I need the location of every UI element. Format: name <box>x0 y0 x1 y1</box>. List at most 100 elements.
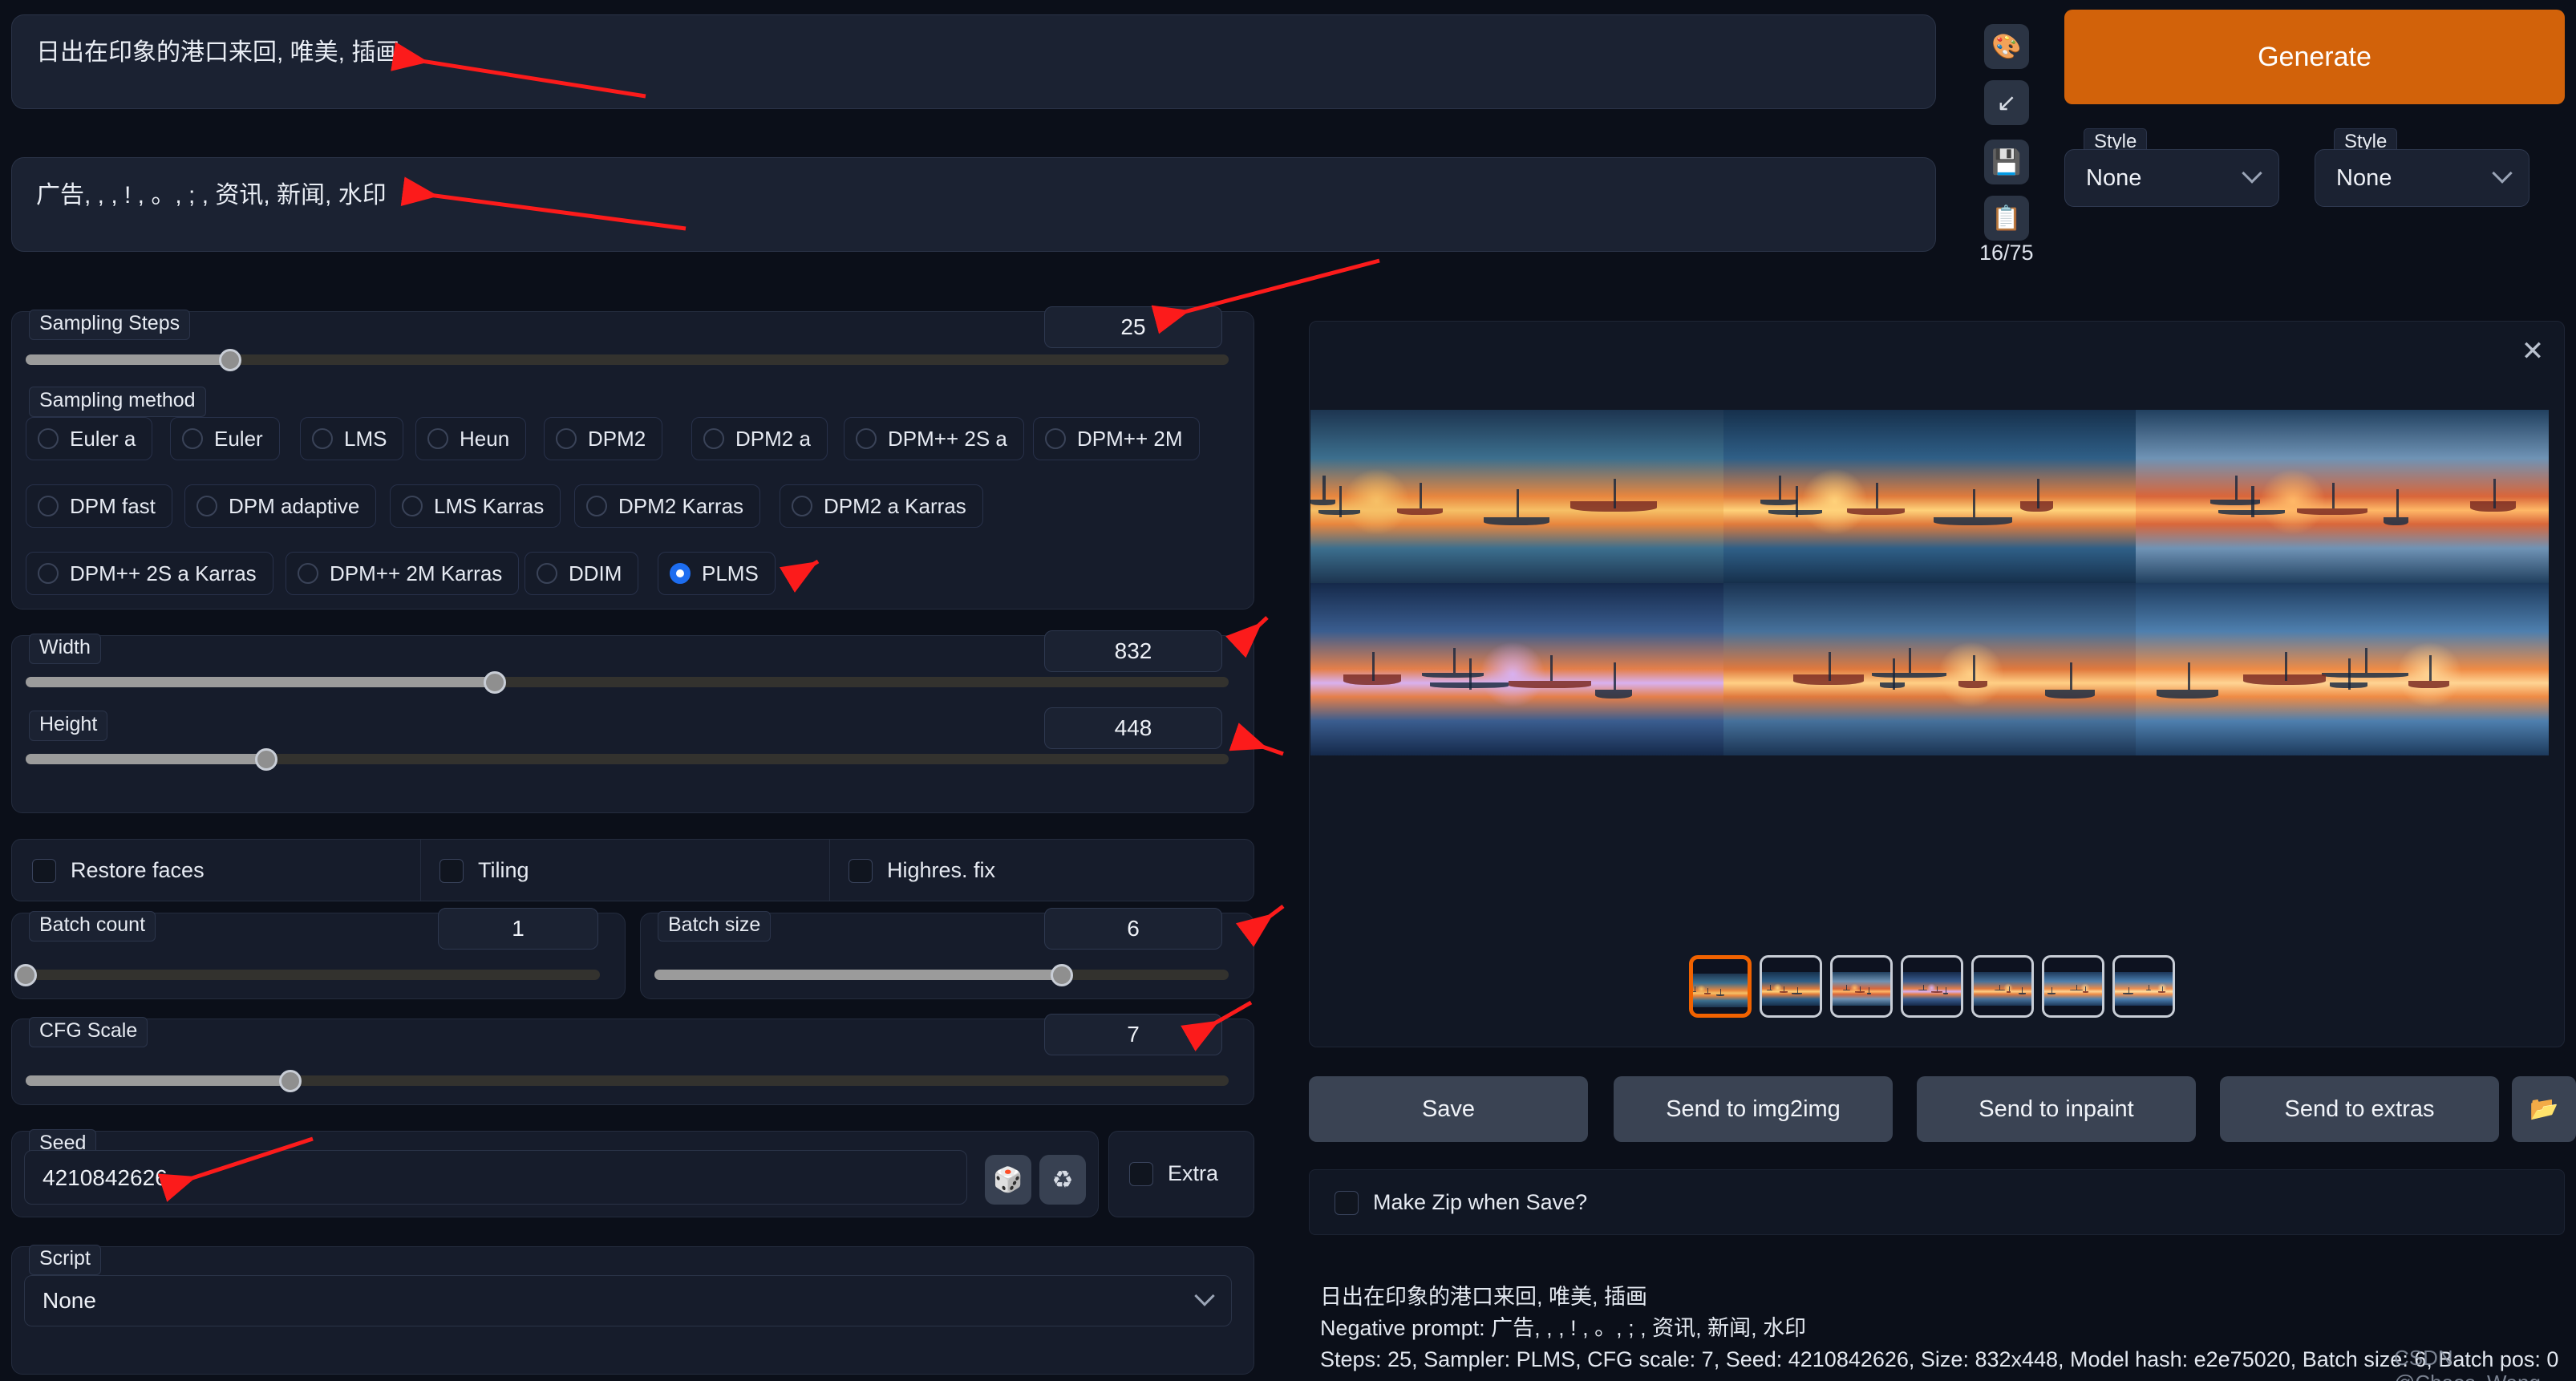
sun-glow <box>1343 468 1410 535</box>
mast-shape <box>1420 482 1423 508</box>
gallery-thumbnail[interactable] <box>2112 955 2175 1018</box>
generate-button[interactable]: Generate <box>2064 10 2565 104</box>
radio-label: DPM2 Karras <box>618 493 744 518</box>
gallery-image-cell[interactable] <box>2136 410 2549 583</box>
radio-dot <box>703 428 724 449</box>
positive-prompt-input[interactable]: 日出在印象的港口来回, 唯美, 插画 <box>11 14 1936 109</box>
radio-dpmpp-2m[interactable]: DPM++ 2M <box>1033 417 1200 460</box>
slider-thumb[interactable] <box>14 964 37 986</box>
send-to-inpaint-button[interactable]: Send to inpaint <box>1917 1076 2196 1142</box>
extra-toggle[interactable]: Extra <box>1129 1161 1218 1186</box>
gallery-thumbnail[interactable] <box>1971 955 2034 1018</box>
radio-heun[interactable]: Heun <box>415 417 527 460</box>
radio-dpm2[interactable]: DPM2 <box>544 417 663 460</box>
mast-shape <box>2331 482 2335 508</box>
chevron-down-icon <box>2242 163 2262 184</box>
send-to-img2img-button[interactable]: Send to img2img <box>1614 1076 1893 1142</box>
save-button[interactable]: Save <box>1309 1076 1588 1142</box>
restore-faces-toggle[interactable]: Restore faces <box>32 858 205 883</box>
sampling-steps-slider[interactable] <box>26 349 1229 371</box>
style-2-select[interactable]: None <box>2315 149 2529 207</box>
boat-shape <box>1760 500 1798 505</box>
batch-count-slider[interactable] <box>14 964 600 986</box>
recycle-icon[interactable]: ♻ <box>1039 1155 1086 1205</box>
radio-euler[interactable]: Euler <box>170 417 280 460</box>
gallery-thumbnail[interactable] <box>2042 955 2104 1018</box>
gallery-image-cell[interactable] <box>2136 582 2549 755</box>
radio-lms-karras[interactable]: LMS Karras <box>390 484 561 528</box>
dice-icon[interactable]: 🎲 <box>985 1155 1031 1205</box>
tiling-toggle[interactable]: Tiling <box>439 858 529 883</box>
sd-webui-root: 日出在印象的港口来回, 唯美, 插画 广告, , , ! , 。, ; , 资讯… <box>0 0 2576 1381</box>
radio-dpmpp-2s-a[interactable]: DPM++ 2S a <box>844 417 1024 460</box>
radio-dpm2-a[interactable]: DPM2 a <box>691 417 828 460</box>
radio-dpmpp-2s-a-karras[interactable]: DPM++ 2S a Karras <box>26 552 273 595</box>
gallery-image-cell[interactable] <box>1723 582 2137 755</box>
width-slider[interactable] <box>26 671 1229 694</box>
gallery-thumbnail[interactable] <box>1689 955 1752 1018</box>
save-style-icon[interactable]: 💾 <box>1984 140 2029 184</box>
clipboard-icon[interactable]: 📋 <box>1984 196 2029 241</box>
boat-shape <box>1934 516 2012 526</box>
seed-input[interactable]: 4210842626 <box>24 1150 967 1205</box>
radio-dpm2-karras[interactable]: DPM2 Karras <box>574 484 761 528</box>
height-slider[interactable] <box>26 748 1229 771</box>
checkbox[interactable] <box>439 858 464 883</box>
make-zip-toggle[interactable]: Make Zip when Save? <box>1335 1190 1587 1215</box>
checkbox[interactable] <box>1335 1190 1359 1215</box>
highres-fix-toggle[interactable]: Highres. fix <box>849 858 995 883</box>
sampling-steps-value[interactable]: 25 <box>1044 306 1222 348</box>
radio-dpm-adaptive[interactable]: DPM adaptive <box>184 484 377 528</box>
mast-shape <box>2251 485 2254 517</box>
checkbox[interactable] <box>1129 1161 1153 1186</box>
boat-shape <box>2408 681 2450 688</box>
gallery-thumbnail[interactable] <box>1901 955 1963 1018</box>
slider-thumb[interactable] <box>484 671 506 694</box>
batch-size-value[interactable]: 6 <box>1044 908 1222 950</box>
radio-label: DPM2 <box>588 426 646 451</box>
radio-dot-selected <box>670 563 691 584</box>
batch-count-value[interactable]: 1 <box>438 908 598 950</box>
open-folder-icon[interactable]: 📂 <box>2512 1076 2576 1142</box>
checkbox[interactable] <box>32 858 56 883</box>
cfg-scale-slider[interactable] <box>26 1070 1229 1092</box>
sun-glow <box>1938 641 2004 708</box>
height-value[interactable]: 448 <box>1044 707 1222 749</box>
chevron-down-icon <box>1194 1286 1215 1306</box>
gallery-thumbnail[interactable] <box>1830 955 1893 1018</box>
style-2-value: None <box>2336 165 2392 191</box>
negative-prompt-input[interactable]: 广告, , , ! , 。, ; , 资讯, 新闻, 水印 <box>11 157 1936 252</box>
slider-thumb[interactable] <box>219 349 241 371</box>
radio-label: DPM++ 2S a <box>888 426 1007 451</box>
style-1-select[interactable]: None <box>2064 149 2279 207</box>
width-value[interactable]: 832 <box>1044 630 1222 672</box>
close-icon[interactable]: ✕ <box>2516 334 2550 368</box>
gallery-thumbnail[interactable] <box>1760 955 1822 1018</box>
radio-dpm2-a-karras[interactable]: DPM2 a Karras <box>780 484 983 528</box>
style-palette-icon[interactable]: 🎨 <box>1984 24 2029 69</box>
radio-dpm-fast[interactable]: DPM fast <box>26 484 172 528</box>
radio-lms[interactable]: LMS <box>300 417 404 460</box>
gallery-image-cell[interactable] <box>1723 410 2137 583</box>
slider-thumb[interactable] <box>255 748 277 771</box>
boat-shape <box>1484 516 1550 526</box>
slider-thumb[interactable] <box>279 1070 302 1092</box>
radio-dpmpp-2m-karras[interactable]: DPM++ 2M Karras <box>286 552 520 595</box>
cfg-scale-value[interactable]: 7 <box>1044 1014 1222 1055</box>
send-to-extras-button[interactable]: Send to extras <box>2220 1076 2499 1142</box>
mast-shape <box>2234 475 2238 500</box>
radio-ddim[interactable]: DDIM <box>525 552 639 595</box>
radio-label: DPM fast <box>70 493 156 518</box>
radio-dot <box>38 496 59 516</box>
arrow-down-left-icon[interactable]: ↙ <box>1984 80 2029 125</box>
batch-size-slider[interactable] <box>654 964 1229 986</box>
gallery-image-cell[interactable] <box>1310 410 1723 583</box>
gallery-image-cell[interactable] <box>1310 582 1723 755</box>
radio-plms[interactable]: PLMS <box>658 552 776 595</box>
radio-label: DPM++ 2M Karras <box>330 561 503 585</box>
checkbox[interactable] <box>849 858 873 883</box>
sun-glow <box>2259 468 2327 535</box>
radio-euler-a[interactable]: Euler a <box>26 417 153 460</box>
sampling-method-legend: Sampling method <box>29 387 206 417</box>
script-select[interactable]: None <box>24 1275 1232 1326</box>
